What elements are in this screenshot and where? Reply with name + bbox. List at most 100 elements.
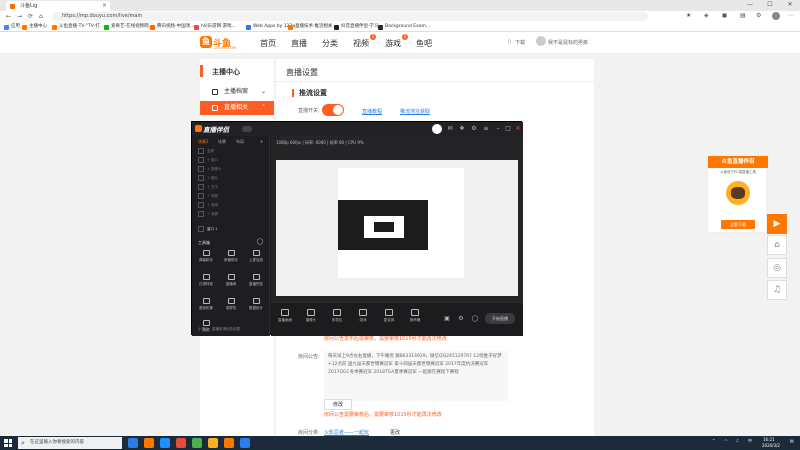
taskbar-app-icon[interactable]: [192, 438, 202, 448]
tab-scene[interactable]: 场景: [218, 139, 226, 145]
network-icon[interactable]: ◠: [724, 438, 728, 443]
minimize-button[interactable]: —: [740, 0, 760, 10]
extension-icon[interactable]: ◼: [722, 12, 727, 19]
settings-icon[interactable]: ⚙: [457, 315, 465, 323]
promo-download-button[interactable]: 立即下载: [721, 220, 755, 229]
tab-scene1[interactable]: 场景1: [198, 139, 209, 145]
address-bar[interactable]: https://mp.douyu.com/live/main: [52, 12, 648, 21]
tool-avatar[interactable]: 虚拟形象: [194, 298, 218, 316]
bookmark-item[interactable]: 腾讯视频-中国领...: [150, 23, 194, 31]
toggle-pill[interactable]: [242, 126, 252, 132]
headset-icon[interactable]: ♫: [767, 280, 787, 300]
windows-start-icon[interactable]: [4, 439, 12, 447]
sidebar-item-profile[interactable]: 主播档案 ⌄: [200, 85, 274, 99]
scene-item[interactable]: + 图片: [198, 175, 218, 181]
category-value-link[interactable]: 火影忍者——一起玩: [324, 429, 369, 436]
collections-icon[interactable]: ▤: [740, 12, 746, 19]
reload-icon[interactable]: ⟳: [28, 13, 33, 20]
live-companion-window[interactable]: 直播伴侣 ✉ ❖ ⚙ ≡ – □ ✕ 场景1 场景 布局 + 全屏 + 窗口 +…: [191, 121, 523, 336]
maximize-icon[interactable]: □: [504, 125, 512, 133]
start-live-button[interactable]: 开始直播: [485, 313, 515, 324]
add-icon[interactable]: +: [260, 139, 263, 144]
app-titlebar[interactable]: 直播伴侣 ✉ ❖ ⚙ ≡ – □ ✕: [192, 122, 523, 136]
tool-preview[interactable]: 直播预告: [244, 274, 268, 292]
announce-textarea[interactable]: 每天早上9点左右直播，下午睡觉 群863314929，微信QQ245129797…: [324, 351, 508, 401]
nav-category[interactable]: 分类: [322, 38, 338, 49]
back-icon[interactable]: ←: [6, 13, 11, 20]
app-avatar[interactable]: [432, 124, 442, 134]
bookmark-item[interactable]: 直播技术·推流相关...: [288, 23, 337, 31]
scene-item[interactable]: 全屏: [198, 148, 214, 154]
tool-stats[interactable]: 数据统计: [244, 298, 268, 316]
live-tutorial-link[interactable]: 直播教程: [362, 108, 382, 115]
settings-icon[interactable]: ⚙: [756, 12, 761, 19]
tray-arrow-icon[interactable]: ⌃: [712, 438, 715, 443]
nav-live[interactable]: 直播: [291, 38, 307, 49]
clock-time[interactable]: 16:21: [763, 437, 775, 442]
user-avatar[interactable]: [536, 36, 546, 46]
douyu-logo[interactable]: 鱼 斗鱼 DOUYU.COM: [200, 35, 240, 51]
tool-room[interactable]: 直播间: [219, 274, 243, 292]
scene-item[interactable]: + 视频: [198, 193, 218, 199]
gift-icon[interactable]: ❖: [458, 125, 466, 133]
scene-item[interactable]: + 录屏: [198, 211, 218, 217]
scene-item[interactable]: + 窗口: [198, 157, 218, 163]
forward-icon[interactable]: →: [17, 13, 22, 20]
nav-home[interactable]: 首页: [260, 38, 276, 49]
profile-avatar[interactable]: [772, 12, 780, 20]
taskbar-app-icon[interactable]: [240, 438, 250, 448]
browser-tab[interactable]: 斗鱼Lig ×: [6, 1, 110, 11]
sidebar-item-live[interactable]: 直播相关 ⌃: [200, 101, 274, 115]
shield-icon[interactable]: ◈: [704, 12, 709, 19]
scene-item[interactable]: + 摄像头: [198, 166, 222, 172]
bookmark-star-icon[interactable]: ★: [686, 12, 691, 19]
taskbar-search-input[interactable]: 在这里输入你要搜索的内容: [18, 437, 122, 449]
promo-card[interactable]: 斗鱼直播伴侣 斗鱼官方PC端直播工具 立即下载: [707, 155, 768, 233]
taskbar-app-icon[interactable]: [176, 438, 186, 448]
tab-layout[interactable]: 布局: [236, 139, 244, 145]
stream-preview[interactable]: [276, 160, 518, 296]
notification-icon[interactable]: ▤: [790, 438, 794, 443]
nav-game[interactable]: 游戏: [385, 38, 401, 49]
live-switch-toggle[interactable]: [322, 104, 344, 116]
play-icon[interactable]: ▶: [767, 214, 787, 234]
bookmark-item[interactable]: 斗鱼直播-TV·"TV·打...: [52, 23, 104, 31]
scene-item[interactable]: + 文字: [198, 184, 218, 190]
speaker-button[interactable]: 扬声器: [405, 309, 425, 323]
gamepad-icon[interactable]: ◎: [767, 258, 787, 278]
taskbar-app-icon[interactable]: [144, 438, 154, 448]
more-icon[interactable]: ⋯: [788, 12, 794, 19]
tool-record[interactable]: 录屏机: [219, 298, 243, 316]
nav-video[interactable]: 视频: [353, 38, 369, 49]
tool-connect[interactable]: 上麦连线: [244, 250, 268, 268]
clock-date[interactable]: 2020/3/2: [762, 443, 780, 448]
taskbar-app-icon[interactable]: [128, 438, 138, 448]
taskbar-app-icon[interactable]: [224, 438, 234, 448]
bookmark-item[interactable]: hlil乐游网·游戏...: [194, 23, 236, 31]
download-link[interactable]: 下载: [515, 39, 525, 46]
scene-item[interactable]: + 音频: [198, 202, 218, 208]
taskbar-app-icon[interactable]: [208, 438, 218, 448]
taskbar-app-icon[interactable]: [160, 438, 170, 448]
nav-yuba[interactable]: 鱼吧: [416, 38, 432, 49]
tool-gift[interactable]: 礼物特效: [194, 274, 218, 292]
scene-selected[interactable]: 窗口 1: [198, 226, 217, 232]
phone-icon[interactable]: ▯: [508, 39, 511, 45]
bookmark-item[interactable]: 爱奇艺-在线视频网...: [104, 23, 153, 31]
tools-settings-icon[interactable]: ◯: [256, 238, 264, 246]
capture-screen-button[interactable]: 直播画面: [275, 309, 295, 323]
tool-danmu[interactable]: 弹幕助手: [194, 250, 218, 268]
tool-admin[interactable]: 房管助手: [219, 250, 243, 268]
volume-icon[interactable]: ♪: [736, 438, 739, 443]
chevron-down-icon[interactable]: ⌄: [582, 39, 586, 45]
multi-camera-button[interactable]: 多机位: [327, 309, 347, 323]
bookmark-item[interactable]: Background Exam...: [378, 23, 430, 31]
bookmark-item[interactable]: 主播中心: [22, 23, 47, 31]
home-icon[interactable]: ⌂: [767, 235, 787, 255]
close-icon[interactable]: ✕: [514, 125, 522, 133]
stream-address-link[interactable]: 推流地址获取: [400, 108, 430, 115]
home-icon[interactable]: ⌂: [39, 13, 43, 20]
maximize-button[interactable]: ☐: [760, 0, 780, 10]
edit-announce-button[interactable]: 修改: [324, 399, 353, 410]
bookmark-item[interactable]: 抖音直播伴侣·学习...: [334, 23, 383, 31]
